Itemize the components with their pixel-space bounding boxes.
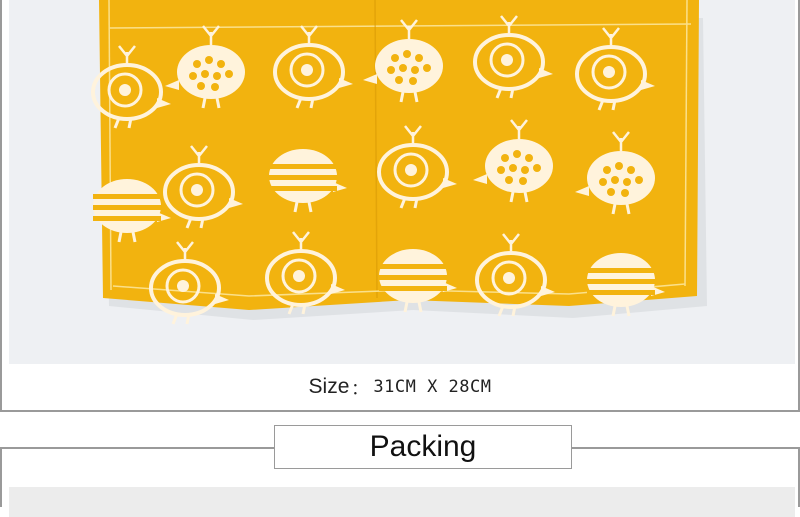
packing-photo	[9, 487, 795, 517]
size-value: 31CM X 28CM	[373, 377, 492, 397]
muslin-bib-illustration	[9, 0, 795, 364]
size-caption: Size ： 31CM X 28CM	[2, 368, 798, 406]
product-image-card: Size ： 31CM X 28CM	[0, 0, 800, 412]
product-photo	[9, 0, 795, 364]
size-label: Size	[308, 375, 350, 398]
size-separator: ：	[351, 379, 368, 398]
section-title-packing: Packing	[274, 425, 572, 469]
